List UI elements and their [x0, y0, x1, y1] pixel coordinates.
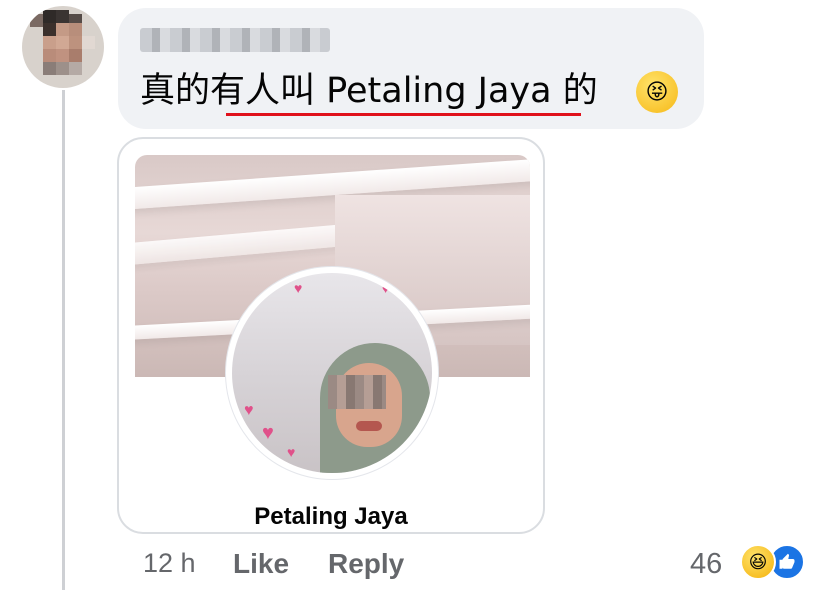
reply-thread-line: [62, 90, 65, 590]
profile-name[interactable]: Petaling Jaya: [119, 503, 543, 531]
face-blur: [328, 375, 386, 409]
comment-underline: [226, 113, 581, 116]
comment-text: 真的有人叫 Petaling Jaya 的: [140, 71, 598, 111]
reaction-count[interactable]: 46: [690, 548, 722, 581]
profile-link-card[interactable]: ♥ ♥ ♥ ♥ ♥ ♥ Petaling Jaya: [117, 137, 545, 534]
haha-icon[interactable]: 😆: [740, 544, 776, 580]
comment-timestamp[interactable]: 12 h: [143, 548, 196, 579]
profile-picture[interactable]: ♥ ♥ ♥ ♥ ♥ ♥: [232, 273, 432, 473]
reply-button[interactable]: Reply: [328, 548, 404, 580]
tongue-out-emoji-icon: 😝: [636, 71, 678, 113]
commenter-avatar[interactable]: [22, 6, 104, 88]
author-name-blurred[interactable]: [140, 28, 330, 52]
like-button[interactable]: Like: [233, 548, 289, 580]
